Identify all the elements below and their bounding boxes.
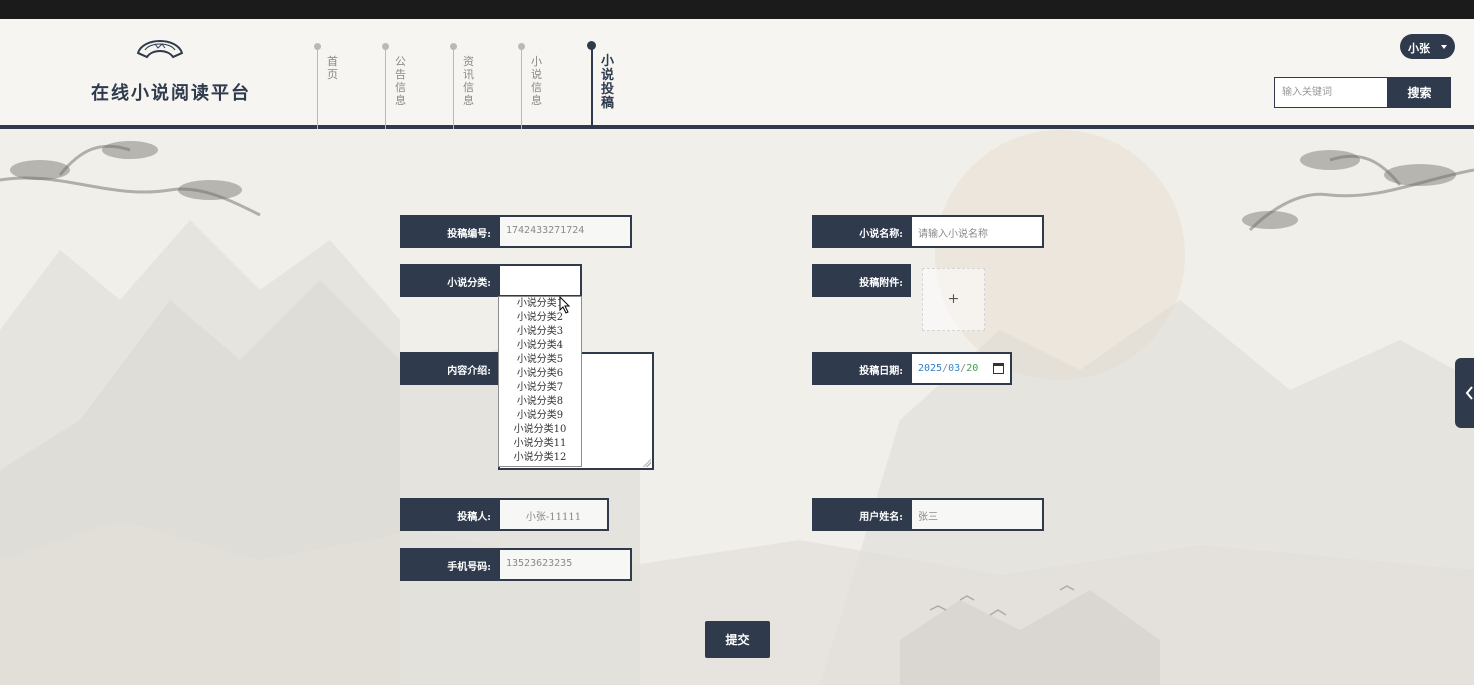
category-select[interactable] bbox=[498, 264, 582, 297]
caret-down-icon bbox=[1441, 45, 1447, 49]
nav-line bbox=[385, 47, 386, 129]
submission-no-field: 1742433271724 bbox=[498, 215, 632, 248]
submit-button[interactable]: 提交 bbox=[705, 621, 770, 658]
phone-label: 手机号码: bbox=[400, 548, 499, 581]
phone-field: 13523623235 bbox=[498, 548, 632, 581]
calendar-icon[interactable] bbox=[993, 363, 1004, 374]
username-field: 张三 bbox=[910, 498, 1044, 531]
nav-dot bbox=[314, 43, 321, 50]
user-menu-button[interactable]: 小张 bbox=[1400, 34, 1455, 59]
nav-line bbox=[591, 47, 593, 129]
novel-name-label: 小说名称: bbox=[812, 215, 911, 248]
submitter-field: 小张-11111 bbox=[498, 498, 609, 531]
category-option[interactable]: 小说分类10 bbox=[499, 423, 581, 437]
top-dark-bar bbox=[0, 0, 1474, 19]
attachment-upload[interactable]: + bbox=[922, 268, 985, 331]
submission-no-label: 投稿编号: bbox=[400, 215, 499, 248]
nav-item-home[interactable]: 首页 bbox=[300, 43, 340, 129]
nav-label-home: 首页 bbox=[327, 55, 338, 81]
attachment-label: 投稿附件: bbox=[812, 264, 911, 297]
nav-line bbox=[453, 47, 454, 129]
nav-dot bbox=[382, 43, 389, 50]
category-option[interactable]: 小说分类8 bbox=[499, 395, 581, 409]
plus-icon: + bbox=[947, 291, 960, 307]
nav-dot bbox=[587, 41, 596, 50]
site-title: 在线小说阅读平台 bbox=[91, 83, 251, 104]
category-option[interactable]: 小说分类11 bbox=[499, 437, 581, 451]
site-header: 在线小说阅读平台 首页 公告信息 资讯信息 小说信息 小说投稿 小张 输入关键词… bbox=[0, 19, 1474, 129]
category-option[interactable]: 小说分类7 bbox=[499, 381, 581, 395]
submission-date-input[interactable]: 2025/03/20 bbox=[910, 352, 1012, 385]
date-month: 03 bbox=[948, 363, 961, 374]
username-label: 用户姓名: bbox=[812, 498, 911, 531]
nav-item-news[interactable]: 资讯信息 bbox=[436, 43, 476, 129]
novel-name-input[interactable]: 请输入小说名称 bbox=[910, 215, 1044, 248]
nav-item-submission[interactable]: 小说投稿 bbox=[574, 41, 615, 129]
category-option[interactable]: 小说分类9 bbox=[499, 409, 581, 423]
nav-item-novels[interactable]: 小说信息 bbox=[504, 43, 544, 129]
site-logo[interactable]: 在线小说阅读平台 bbox=[80, 33, 255, 104]
resize-grip-icon[interactable] bbox=[643, 459, 651, 467]
user-name: 小张 bbox=[1408, 42, 1430, 55]
side-panel-tab[interactable] bbox=[1455, 358, 1474, 428]
category-option[interactable]: 小说分类3 bbox=[499, 325, 581, 339]
category-option[interactable]: 小说分类12 bbox=[499, 451, 581, 465]
nav-label-submission: 小说投稿 bbox=[601, 54, 615, 111]
submitter-label: 投稿人: bbox=[400, 498, 499, 531]
mouse-cursor-icon bbox=[559, 296, 571, 314]
date-label: 投稿日期: bbox=[812, 352, 911, 385]
nav-label-news: 资讯信息 bbox=[463, 55, 474, 107]
category-option[interactable]: 小说分类5 bbox=[499, 353, 581, 367]
nav-line bbox=[317, 47, 318, 129]
nav-label-announcements: 公告信息 bbox=[395, 55, 406, 107]
nav-dot bbox=[518, 43, 525, 50]
nav-item-announcements[interactable]: 公告信息 bbox=[368, 43, 408, 129]
fan-logo-icon bbox=[136, 40, 184, 59]
category-option[interactable]: 小说分类6 bbox=[499, 367, 581, 381]
nav-label-novels: 小说信息 bbox=[531, 55, 542, 107]
date-day: 20 bbox=[966, 363, 979, 374]
nav-dot bbox=[450, 43, 457, 50]
date-year: 2025 bbox=[918, 363, 943, 374]
nav-line bbox=[521, 47, 522, 129]
category-dropdown-list: 小说分类1 小说分类2 小说分类3 小说分类4 小说分类5 小说分类6 小说分类… bbox=[498, 296, 582, 467]
search-input[interactable] bbox=[1274, 77, 1388, 108]
chevron-left-icon bbox=[1465, 386, 1473, 400]
intro-label: 内容介绍: bbox=[400, 352, 499, 385]
category-label: 小说分类: bbox=[400, 264, 499, 297]
category-option[interactable]: 小说分类4 bbox=[499, 339, 581, 353]
search-button[interactable]: 搜索 bbox=[1388, 77, 1451, 108]
